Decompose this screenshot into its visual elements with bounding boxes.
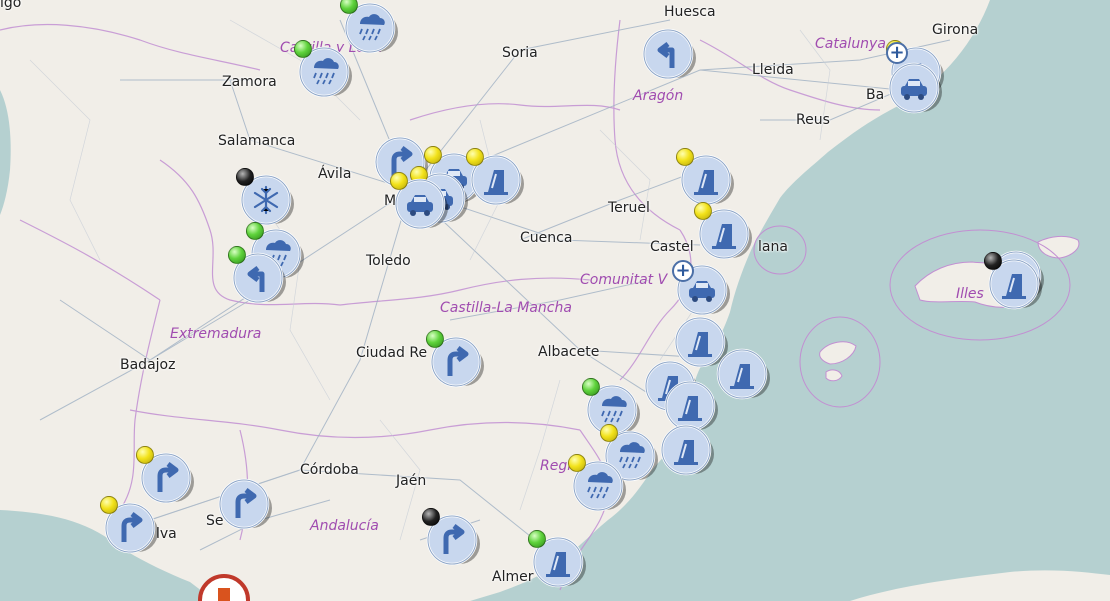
green-status-dot [228,246,246,264]
city-label-almeria: Almer [492,569,534,585]
incident-marker[interactable] [198,574,250,601]
green-status-dot [246,222,264,240]
city-label-lleida: Lleida [752,62,794,78]
cluster-plus-icon[interactable]: + [672,260,694,282]
region-label-clm: Castilla-La Mancha [440,300,572,316]
yellow-status-dot [390,172,408,190]
incident-marker[interactable] [660,424,714,476]
yellow-status-dot [568,454,586,472]
green-status-dot [528,530,546,548]
black-status-dot [984,252,1002,270]
incident-marker[interactable] [236,168,294,226]
incident-marker[interactable] [642,28,696,80]
turn-right-icon [218,478,272,530]
incident-marker[interactable] [676,148,734,206]
incident-marker[interactable] [694,202,752,260]
city-label-huesca: Huesca [664,4,716,20]
incident-marker[interactable] [528,530,586,588]
city-label-huelva: lva [156,526,177,542]
city-label-castellon-suffix: lana [758,239,788,255]
incident-marker[interactable] [218,478,272,530]
yellow-status-dot [136,446,154,464]
incident-marker[interactable]: + [672,260,730,316]
yellow-status-dot [600,424,618,442]
city-label-girona: Girona [932,22,979,38]
city-label-jaen: Jaén [396,473,427,489]
incident-marker[interactable] [984,252,1042,310]
region-label-illes: Illes [956,286,984,302]
incident-marker[interactable] [568,454,626,512]
yellow-status-dot [466,148,484,166]
incident-marker[interactable] [466,148,524,206]
green-status-dot [294,40,312,58]
incident-marker[interactable] [228,246,286,304]
city-label-teruel: Teruel [608,200,650,216]
incident-marker[interactable] [716,348,770,400]
region-label-comunitat: Comunitat V [580,272,668,288]
black-status-dot [422,508,440,526]
city-label-toledo: Toledo [366,253,411,269]
city-label-albacete: Albacete [538,344,600,360]
city-label-cordoba: Córdoba [300,462,359,478]
incident-marker[interactable] [340,0,398,54]
incident-marker[interactable] [294,40,352,98]
city-label-ciudad-real: Ciudad Re [356,345,428,361]
turn-left-icon [642,28,696,80]
incident-marker[interactable] [390,172,448,230]
green-status-dot [426,330,444,348]
warning-icon [198,574,250,601]
black-status-dot [236,168,254,186]
car-crash-icon [888,62,942,114]
roadworks-icon [660,424,714,476]
city-label-badajoz: Badajoz [120,357,176,373]
map-view[interactable]: igo Huesca Girona Zamora Soria Lleida Ba… [0,0,1110,601]
region-label-aragon: Aragón [633,88,684,104]
city-label-soria: Soria [502,45,538,61]
roadworks-icon [716,348,770,400]
city-label-zamora: Zamora [222,74,277,90]
yellow-status-dot [100,496,118,514]
city-label-vigo: igo [0,0,22,11]
city-label-castellon: Castel [650,239,694,255]
incident-marker[interactable] [888,62,942,114]
city-label-reus: Reus [796,112,830,128]
yellow-status-dot [424,146,442,164]
city-label-cuenca: Cuenca [520,230,573,246]
incident-marker[interactable] [100,496,158,554]
city-label-avila: Ávila [318,166,352,182]
incident-marker[interactable] [422,508,480,566]
yellow-status-dot [676,148,694,166]
incident-marker[interactable] [426,330,484,388]
yellow-status-dot [694,202,712,220]
green-status-dot [582,378,600,396]
region-label-extremadura: Extremadura [170,326,262,342]
region-label-catalunya: Catalunya [815,36,886,52]
region-label-murcia: Regi [540,458,572,474]
city-label-barcelona: Ba [866,87,885,103]
city-label-salamanca: Salamanca [218,133,296,149]
incident-marker[interactable] [136,446,194,504]
region-label-andalucia: Andalucía [310,518,379,534]
cluster-plus-icon[interactable]: + [886,42,908,64]
